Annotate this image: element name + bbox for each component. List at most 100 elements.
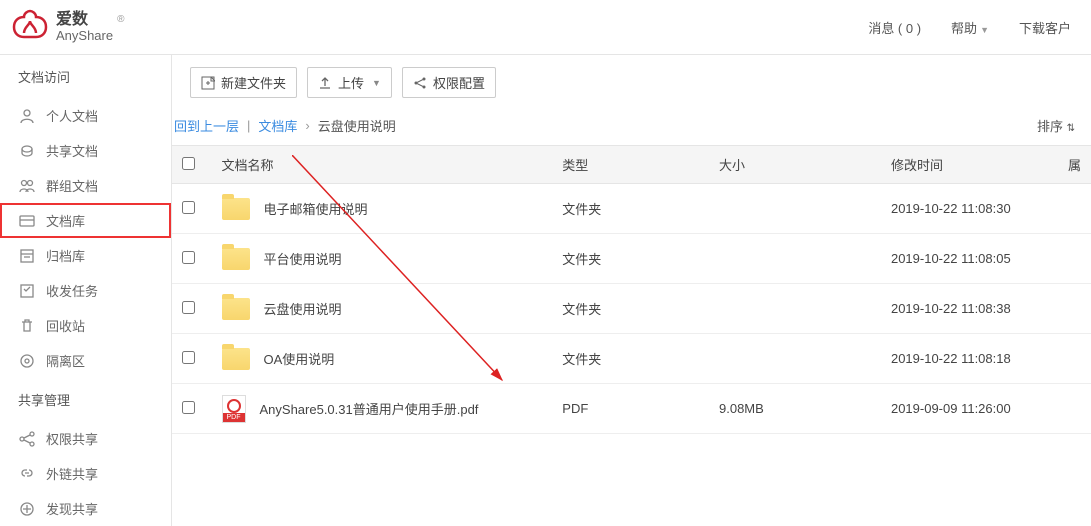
row-checkbox[interactable] [182,301,195,314]
sidebar-item-share[interactable]: 权限共享 [0,421,171,456]
breadcrumb-current: 云盘使用说明 [318,116,396,135]
table-row[interactable]: 电子邮箱使用说明 文件夹 2019-10-22 11:08:30 [172,184,1091,234]
sidebar: 文档访问 个人文档共享文档群组文档文档库归档库收发任务回收站隔离区 共享管理 权… [0,55,172,526]
folder-icon [222,248,250,270]
col-header-last[interactable]: 属 [1058,146,1091,184]
sidebar-item-link[interactable]: 外链共享 [0,456,171,491]
upload-button[interactable]: 上传▼ [307,67,392,98]
discover-icon [18,500,36,518]
box-icon [18,247,36,265]
sidebar-item-label: 发现共享 [46,499,98,518]
sidebar-item-share-doc[interactable]: 共享文档 [0,133,171,168]
col-header-type[interactable]: 类型 [552,146,709,184]
sidebar-item-task[interactable]: 收发任务 [0,273,171,308]
main-content: 新建文件夹 上传▼ 权限配置 回到上一层 | 文档库 › 云盘使用说明 排序 ⇅ [172,55,1091,526]
sidebar-item-archive[interactable]: 文档库 [0,203,171,238]
file-size [709,284,881,334]
sidebar-item-label: 群组文档 [46,176,98,195]
table-row[interactable]: 平台使用说明文件夹2019-10-22 11:08:05 [172,234,1091,284]
file-size [709,234,881,284]
col-header-size[interactable]: 大小 [709,146,881,184]
group-icon [18,177,36,195]
file-size [709,334,881,384]
file-mtime: 2019-10-22 11:08:18 [881,334,1058,384]
folder-icon [222,198,250,220]
sidebar-item-label: 归档库 [46,246,85,265]
share-config-icon [413,76,427,90]
new-folder-icon [201,76,215,90]
file-name[interactable]: AnyShare5.0.31普通用户使用手册.pdf [260,399,479,418]
task-icon [18,282,36,300]
table-header-row: 文档名称 类型 大小 修改时间 属 [172,146,1091,184]
top-header: 爱数 AnyShare ® 消息 ( 0 ) 帮助▼ 下载客户 [0,0,1091,55]
select-all-checkbox[interactable] [182,157,195,170]
sidebar-item-label: 共享文档 [46,141,98,160]
file-name[interactable]: 平台使用说明 [264,249,342,268]
breadcrumb-library[interactable]: 文档库 [258,116,297,135]
row-checkbox[interactable] [182,251,195,264]
archive-icon [18,212,36,230]
file-size: 9.08MB [709,384,881,434]
sidebar-item-label: 个人文档 [46,106,98,125]
file-type: 文件夹 [552,284,709,334]
table-row[interactable]: 云盘使用说明 文件夹 2019-10-22 11:08:38 [172,284,1091,334]
row-checkbox[interactable] [182,201,195,214]
sidebar-section-docs: 文档访问 [0,55,171,98]
table-row[interactable]: OA使用说明 文件夹 2019-10-22 11:08:18 [172,334,1091,384]
breadcrumb: 回到上一层 | 文档库 › 云盘使用说明 排序 ⇅ [172,110,1091,145]
quarantine-icon [18,352,36,370]
person-icon [18,107,36,125]
file-name[interactable]: 电子邮箱使用说明 [264,199,368,218]
brand-logo: 爱数 AnyShare ® [10,9,126,45]
breadcrumb-separator: | [247,118,250,133]
file-name[interactable]: 云盘使用说明 [264,299,342,318]
file-type: 文件夹 [552,334,709,384]
sidebar-item-trash[interactable]: 回收站 [0,308,171,343]
registered-mark: ® [117,14,124,25]
file-name[interactable]: OA使用说明 [264,349,335,368]
share-doc-icon [18,142,36,160]
download-client-link[interactable]: 下载客户 [1019,18,1071,37]
folder-icon [222,298,250,320]
breadcrumb-back[interactable]: 回到上一层 [174,116,239,135]
brand-name-en: AnyShare [56,29,113,43]
new-folder-button[interactable]: 新建文件夹 [190,67,297,98]
sidebar-item-discover[interactable]: 发现共享 [0,491,171,526]
permission-config-button[interactable]: 权限配置 [402,67,496,98]
sidebar-item-box[interactable]: 归档库 [0,238,171,273]
sort-dropdown[interactable]: 排序 ⇅ [1037,116,1075,135]
file-mtime: 2019-10-22 11:08:30 [881,184,1058,234]
sidebar-item-label: 外链共享 [46,464,98,483]
sidebar-section-share: 共享管理 [0,378,171,421]
file-mtime: 2019-09-09 11:26:00 [881,384,1058,434]
table-row[interactable]: AnyShare5.0.31普通用户使用手册.pdf PDF9.08MB2019-… [172,384,1091,434]
help-link[interactable]: 帮助▼ [951,18,989,37]
sidebar-item-label: 收发任务 [46,281,98,300]
logo-icon [10,9,50,45]
file-table: 文档名称 类型 大小 修改时间 属 电子邮箱使用说明文件夹2019-10-22 … [172,145,1091,434]
col-header-mtime[interactable]: 修改时间 [881,146,1058,184]
pdf-icon [222,395,246,423]
col-header-name[interactable]: 文档名称 [212,146,553,184]
brand-name-cn: 爱数 [56,11,113,29]
file-type: 文件夹 [552,184,709,234]
file-type: 文件夹 [552,234,709,284]
row-checkbox[interactable] [182,401,195,414]
row-checkbox[interactable] [182,351,195,364]
sidebar-item-person[interactable]: 个人文档 [0,98,171,133]
link-icon [18,465,36,483]
file-mtime: 2019-10-22 11:08:38 [881,284,1058,334]
messages-link[interactable]: 消息 ( 0 ) [868,18,921,37]
file-type: PDF [552,384,709,434]
file-size [709,184,881,234]
share-icon [18,430,36,448]
sidebar-item-label: 权限共享 [46,429,98,448]
chevron-right-icon: › [305,118,309,133]
sidebar-item-label: 回收站 [46,316,85,335]
toolbar: 新建文件夹 上传▼ 权限配置 [172,55,1091,110]
trash-icon [18,317,36,335]
sidebar-item-quarantine[interactable]: 隔离区 [0,343,171,378]
upload-icon [318,76,332,90]
sidebar-item-label: 文档库 [46,211,85,230]
sidebar-item-group[interactable]: 群组文档 [0,168,171,203]
